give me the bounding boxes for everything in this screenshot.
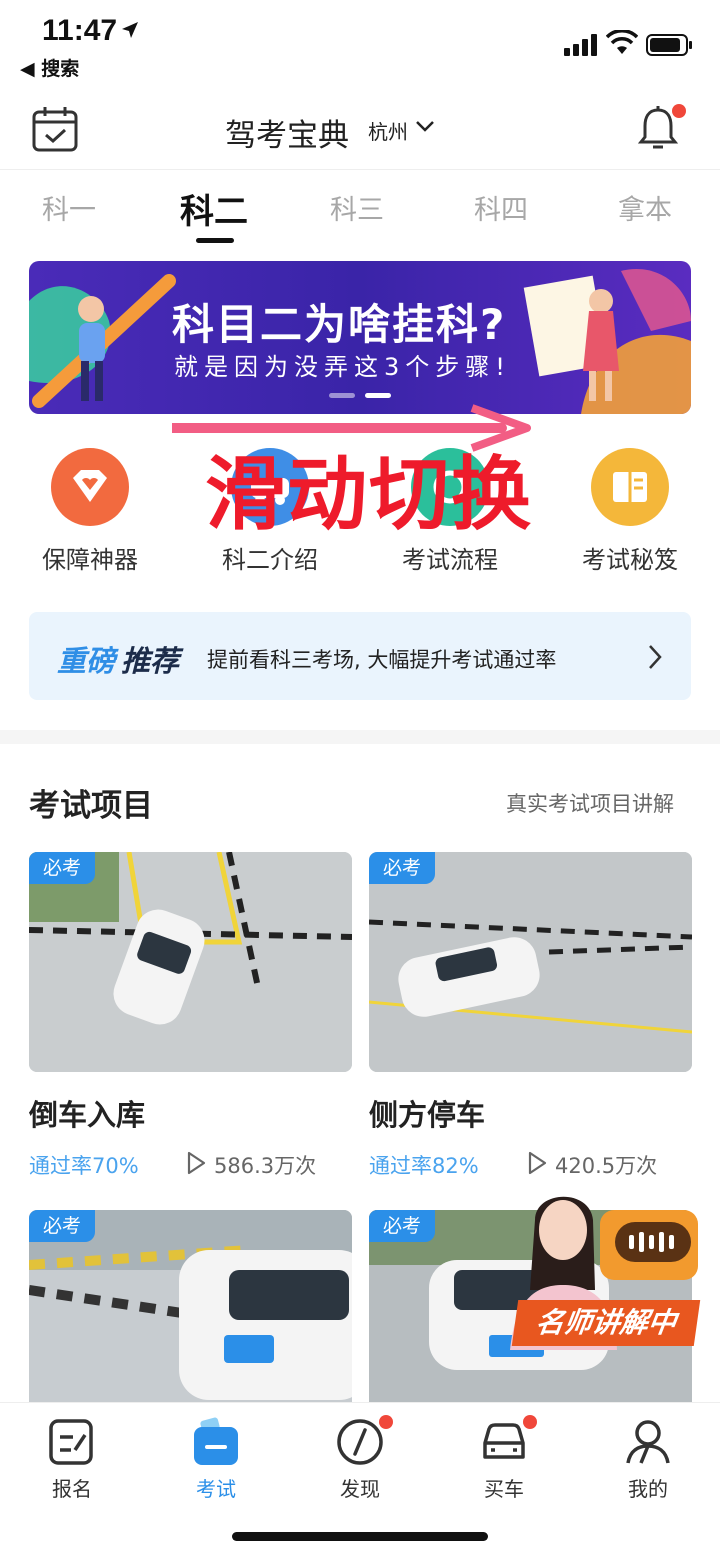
compass-icon <box>335 1415 393 1467</box>
tab-subject-4[interactable]: 科四 <box>474 188 528 227</box>
city-selector[interactable]: 杭州 <box>368 116 408 145</box>
must-test-badge: 必考 <box>29 1210 95 1242</box>
card-title[interactable]: 侧方停车 <box>369 1092 485 1134</box>
app-title: 驾考宝典 <box>225 118 349 154</box>
tab-subject-2[interactable]: 科二 <box>180 184 248 233</box>
section-more-link[interactable]: 真实考试项目讲解 <box>506 788 674 818</box>
subject-tabs: 科一 科二 科三 科四 拿本 <box>0 178 720 248</box>
tab-subject-1[interactable]: 科一 <box>42 188 96 227</box>
recommend-tag-part2: 推荐 <box>121 644 180 678</box>
nav-label: 发现 <box>340 1477 380 1501</box>
notification-dot <box>379 1415 393 1429</box>
book-icon <box>591 448 669 526</box>
recommend-text: 提前看科三考场, 大幅提升考试通过率 <box>207 648 557 672</box>
nav-signup[interactable]: 报名 <box>17 1417 127 1502</box>
nav-label: 考试 <box>196 1477 236 1501</box>
shield-heart-icon <box>51 448 129 526</box>
teacher-explaining-label: 名师讲解中 <box>511 1300 701 1346</box>
notification-dot <box>523 1415 537 1429</box>
parking-lot-image <box>29 852 352 1072</box>
active-tab-indicator <box>196 238 234 243</box>
card-thumbnail-3[interactable]: 必考 <box>29 1210 352 1402</box>
location-arrow-icon <box>122 22 138 38</box>
banner-subtitle: 就是因为没弄这3个步骤! <box>174 353 511 381</box>
nav-discover[interactable]: 发现 <box>305 1415 415 1502</box>
play-icon <box>187 1151 206 1175</box>
chevron-right-icon <box>649 645 662 669</box>
signup-icon <box>47 1417 97 1467</box>
carousel-dot-active <box>365 393 391 398</box>
status-bar: 11:47 ◀ 搜索 <box>0 0 720 90</box>
banner-illustration-right <box>523 269 691 414</box>
card-pass-rate: 通过率70% <box>29 1154 139 1178</box>
nav-profile[interactable]: 我的 <box>593 1417 703 1502</box>
nav-exam[interactable]: 考试 <box>161 1417 271 1502</box>
exam-icon <box>191 1417 241 1467</box>
must-test-badge: 必考 <box>29 852 95 884</box>
nav-label: 买车 <box>484 1477 524 1501</box>
wifi-icon <box>606 30 638 54</box>
card-title[interactable]: 倒车入库 <box>29 1092 145 1134</box>
quick-item-protection[interactable]: 保障神器 <box>20 448 160 575</box>
swipe-hint-text: 滑动切换 <box>205 448 533 541</box>
battery-icon <box>646 34 692 56</box>
chevron-down-icon[interactable] <box>415 120 435 134</box>
home-indicator[interactable] <box>232 1532 488 1541</box>
recommend-tag-part1: 重磅 <box>57 644 116 678</box>
back-to-search-link[interactable]: ◀ 搜索 <box>20 54 79 81</box>
car-icon <box>479 1415 537 1467</box>
app-header: 驾考宝典 杭州 <box>0 90 720 170</box>
nav-buy-car[interactable]: 买车 <box>449 1415 559 1502</box>
card-thumbnail-side-parking[interactable]: 必考 <box>369 852 692 1072</box>
card-thumbnail-reverse-parking[interactable]: 必考 <box>29 852 352 1072</box>
calendar-check-icon[interactable] <box>30 104 80 154</box>
must-test-badge: 必考 <box>369 852 435 884</box>
carousel-dot <box>329 393 355 398</box>
tab-get-license[interactable]: 拿本 <box>618 188 672 227</box>
section-divider <box>0 730 720 744</box>
profile-icon <box>623 1417 673 1467</box>
signal-icon <box>564 34 597 56</box>
nav-label: 我的 <box>628 1477 668 1501</box>
quick-item-label: 保障神器 <box>42 546 138 574</box>
recommend-bar[interactable]: 重磅 推荐 提前看科三考场, 大幅提升考试通过率 <box>29 612 691 700</box>
promo-banner[interactable]: 科目二为啥挂科? 就是因为没弄这3个步骤! <box>29 261 691 414</box>
status-time: 11:47 <box>42 14 118 47</box>
notification-dot <box>672 104 686 118</box>
card-pass-rate: 通过率82% <box>369 1154 479 1178</box>
card-view-count: 586.3万次 <box>214 1154 317 1178</box>
section-title: 考试项目 <box>29 788 153 824</box>
banner-title: 科目二为啥挂科? <box>172 300 507 349</box>
quick-item-exam-tips[interactable]: 考试秘笈 <box>560 448 700 575</box>
must-test-badge: 必考 <box>369 1210 435 1242</box>
tab-subject-3[interactable]: 科三 <box>330 188 384 227</box>
nav-label: 报名 <box>52 1477 92 1501</box>
card-view-count: 420.5万次 <box>555 1154 658 1178</box>
quick-item-label: 考试秘笈 <box>582 546 678 574</box>
banner-illustration-left <box>29 274 176 408</box>
parking-lot-image <box>369 852 692 1072</box>
play-icon <box>528 1151 547 1175</box>
